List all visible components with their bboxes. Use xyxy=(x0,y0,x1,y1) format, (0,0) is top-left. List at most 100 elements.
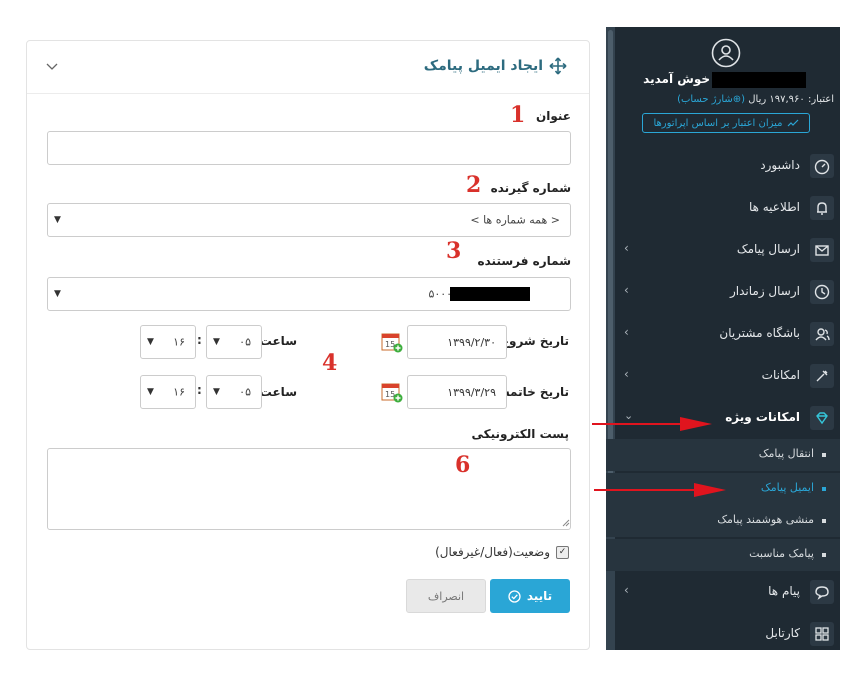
sidebar-item-messages[interactable]: ‹ پیام ها xyxy=(606,571,840,613)
sidebar-subitem-occasion-sms[interactable]: پیامک مناسبت xyxy=(606,539,840,571)
bullet-icon xyxy=(822,453,826,457)
annotation-arrowhead-icon xyxy=(694,483,726,497)
users-icon xyxy=(810,322,834,346)
sidebar-item-customer-club[interactable]: ‹ باشگاه مشتریان xyxy=(606,313,840,355)
bullet-icon xyxy=(822,487,826,491)
dashboard-icon xyxy=(810,154,834,178)
start-date-label: تاریخ شروع xyxy=(500,334,569,348)
sender-select[interactable]: ▼ ۵۰۰۰۱ xyxy=(47,277,571,311)
sidebar-item-label: ارسال زماندار xyxy=(729,284,800,298)
chevron-left-icon: ‹ xyxy=(624,325,629,339)
status-label: وضعیت(فعال/غیرفعال) xyxy=(435,545,550,559)
end-hour-select[interactable]: ▼ ۱۶ xyxy=(140,375,196,409)
sidebar-item-label: امکانات xyxy=(761,368,800,382)
sidebar-item-label: اطلاعیه ها xyxy=(748,200,800,214)
bullet-icon xyxy=(822,553,826,557)
user-avatar-icon[interactable] xyxy=(711,38,741,68)
start-hour-select[interactable]: ▼ ۱۶ xyxy=(140,325,196,359)
trend-icon xyxy=(787,119,798,127)
sidebar-subitem-label: ایمیل پیامک xyxy=(760,481,814,494)
grid-icon xyxy=(810,622,834,646)
chevron-left-icon: ‹ xyxy=(624,283,629,297)
subject-label: عنوان xyxy=(536,109,571,123)
sidebar-item-label: داشبورد xyxy=(760,158,800,172)
annotation-number: 6 xyxy=(455,452,471,478)
sidebar-item-label: پیام ها xyxy=(768,584,800,598)
end-date-label: تاریخ خاتمه xyxy=(502,385,569,399)
email-label: پست الکترونیکی xyxy=(471,427,569,441)
caret-down-icon: ▼ xyxy=(213,337,220,347)
time-separator: : xyxy=(197,333,202,347)
sidebar-item-special-features[interactable]: ⌄ امکانات ویژه xyxy=(606,397,840,439)
chevron-down-icon: ⌄ xyxy=(624,409,634,422)
annotation-number: 2 xyxy=(466,172,482,198)
annotation-arrow xyxy=(592,423,692,425)
sidebar-item-notifications[interactable]: اطلاعیه ها xyxy=(606,187,840,229)
caret-down-icon: ▼ xyxy=(147,337,154,347)
email-textarea[interactable] xyxy=(47,448,571,530)
charge-account-link[interactable]: (⊕شارژ حساب) xyxy=(677,94,745,105)
status-checkbox[interactable]: ✓ xyxy=(556,545,569,559)
sidebar-item-dashboard[interactable]: داشبورد xyxy=(606,145,840,187)
check-circle-icon xyxy=(508,589,521,603)
operator-credit-button[interactable]: میزان اعتبار بر اساس اپراتورها xyxy=(642,113,810,133)
start-time-label: ساعت xyxy=(259,334,297,348)
end-date-input[interactable]: ۱۳۹۹/۳/۲۹ xyxy=(407,375,507,409)
sidebar-item-label: ارسال پیامک xyxy=(736,242,800,256)
sidebar-item-scheduled-send[interactable]: ‹ ارسال زماندار xyxy=(606,271,840,313)
annotation-arrow xyxy=(594,489,704,491)
clock-icon xyxy=(810,280,834,304)
sidebar-subitem-sms-transfer[interactable]: انتقال پیامک xyxy=(606,439,840,471)
start-minute-select[interactable]: ▼ ۰۵ xyxy=(206,325,262,359)
create-email-sms-card: ایجاد ایمیل پیامک عنوان شماره گیرنده ▼ <… xyxy=(26,40,590,650)
card-header: ایجاد ایمیل پیامک xyxy=(27,41,589,94)
sender-label: شماره فرستنده xyxy=(477,254,571,268)
redacted-sender-number xyxy=(450,287,530,301)
end-minute-select[interactable]: ▼ ۰۵ xyxy=(206,375,262,409)
annotation-number: 1 xyxy=(510,102,526,128)
confirm-label: تایید xyxy=(526,589,553,603)
bell-icon xyxy=(810,196,834,220)
confirm-button[interactable]: تایید xyxy=(490,579,570,613)
sidebar-item-cartable[interactable]: کارتابل xyxy=(606,613,840,655)
chevron-left-icon: ‹ xyxy=(624,367,629,381)
receiver-value: < همه شماره ها > xyxy=(470,213,560,227)
credit-text: اعتبار: ۱۹۷,۹۶۰ ریال xyxy=(748,94,834,105)
chevron-left-icon: ‹ xyxy=(624,583,629,597)
sidebar-item-label: باشگاه مشتریان xyxy=(719,326,800,340)
resize-handle-icon[interactable] xyxy=(562,519,570,527)
chevron-left-icon: ‹ xyxy=(624,241,629,255)
welcome-text: خوش آمدید xyxy=(643,72,710,86)
start-date-input[interactable]: ۱۳۹۹/۲/۳۰ xyxy=(407,325,507,359)
sidebar-subitem-label: انتقال پیامک xyxy=(758,447,814,460)
subject-input[interactable] xyxy=(47,131,571,165)
cancel-button[interactable]: انصراف xyxy=(406,579,486,613)
credit-info: اعتبار: ۱۹۷,۹۶۰ ریال (⊕شارژ حساب) xyxy=(677,94,834,105)
sidebar-item-features[interactable]: ‹ امکانات xyxy=(606,355,840,397)
sidebar-item-send-sms[interactable]: ‹ ارسال پیامک xyxy=(606,229,840,271)
caret-down-icon: ▼ xyxy=(54,215,61,225)
end-date-value: ۱۳۹۹/۳/۲۹ xyxy=(447,386,496,399)
annotation-arrowhead-icon xyxy=(680,417,712,431)
sidebar-item-label: کارتابل xyxy=(765,626,800,640)
sidebar-subitem-smart-secretary[interactable]: منشی هوشمند پیامک xyxy=(606,505,840,537)
annotation-number: 3 xyxy=(446,238,462,264)
redacted-username xyxy=(712,72,806,88)
calendar-icon[interactable]: 15 xyxy=(381,331,403,353)
calendar-icon[interactable]: 15 xyxy=(381,381,403,403)
envelope-icon xyxy=(810,238,834,262)
move-icon[interactable] xyxy=(549,57,567,75)
sidebar-subitem-label: پیامک مناسبت xyxy=(749,547,814,560)
end-time-label: ساعت xyxy=(259,385,297,399)
caret-down-icon: ▼ xyxy=(213,387,220,397)
status-row: ✓ وضعیت(فعال/غیرفعال) xyxy=(435,545,569,559)
sidebar-item-label: امکانات ویژه xyxy=(725,410,800,424)
card-title: ایجاد ایمیل پیامک xyxy=(423,58,543,74)
caret-down-icon: ▼ xyxy=(147,387,154,397)
sidebar-subitem-label: منشی هوشمند پیامک xyxy=(717,513,814,526)
bullet-icon xyxy=(822,519,826,523)
chevron-down-icon[interactable] xyxy=(45,59,59,73)
receiver-select[interactable]: ▼ < همه شماره ها > xyxy=(47,203,571,237)
chat-icon xyxy=(810,580,834,604)
tools-icon xyxy=(810,364,834,388)
